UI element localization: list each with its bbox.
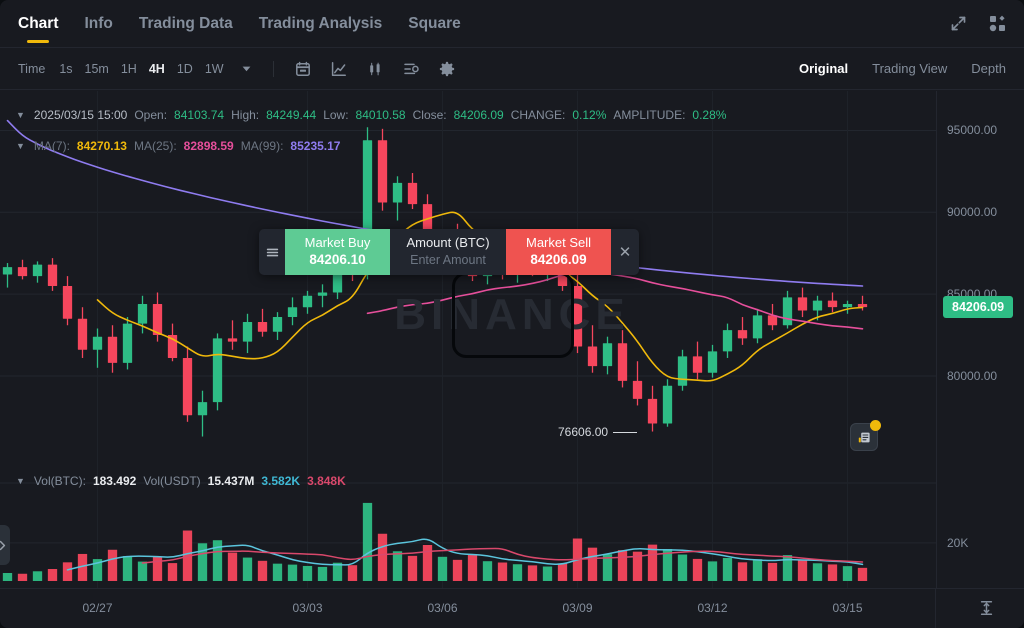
ohlc-open-label: Open:: [134, 108, 168, 122]
volume-ma-pink-value: 3.848K: [307, 474, 346, 488]
ohlc-close-value: 84206.09: [453, 108, 504, 122]
chevron-down-icon[interactable]: ▼: [16, 476, 25, 486]
view-trading-view[interactable]: Trading View: [872, 61, 947, 76]
amount-label: Amount (BTC): [406, 235, 490, 251]
chevron-right-icon[interactable]: [0, 525, 10, 565]
low-price-annotation: 76606.00: [558, 425, 638, 439]
time-tick-5: 03/15: [832, 601, 863, 615]
close-icon[interactable]: ✕: [611, 229, 639, 275]
inline-order-panel[interactable]: Market Buy 84206.10 Amount (BTC) Enter A…: [259, 229, 639, 275]
interval-1H[interactable]: 1H: [121, 62, 137, 76]
moving-average-legend: ▼ MA(7): 84270.13 MA(25): 82898.59 MA(99…: [16, 139, 340, 153]
ohlc-datetime: 2025/03/15 15:00: [33, 108, 128, 122]
time-axis[interactable]: 02/27 03/03 03/06 03/09 03/12 03/15: [0, 588, 1024, 628]
time-tick-3: 03/09: [562, 601, 593, 615]
trading-chart-app: Chart Info Trading Data Trading Analysis Squ…: [0, 0, 1024, 628]
nav-tab-chart[interactable]: Chart: [18, 0, 58, 47]
nav-tab-trading-analysis[interactable]: Trading Analysis: [259, 0, 382, 47]
view-depth[interactable]: Depth: [971, 61, 1006, 76]
volume-btc-value: 183.492: [92, 474, 137, 488]
amount-input-group[interactable]: Amount (BTC) Enter Amount: [390, 229, 506, 275]
nav-tab-info[interactable]: Info: [84, 0, 112, 47]
axis-reset-icon[interactable]: [979, 600, 994, 621]
expand-arrows-icon[interactable]: [950, 15, 967, 32]
chart-toolbar: Time 1s 15m 1H 4H 1D 1W Original Trading…: [0, 48, 1024, 90]
ohlc-legend: ▼ 2025/03/15 15:00 Open: 84103.74 High: …: [16, 108, 726, 122]
chevron-down-icon[interactable]: [241, 63, 252, 74]
ohlc-change-value: 0.12%: [572, 108, 607, 122]
market-buy-price: 84206.10: [309, 251, 366, 267]
ma25-label: MA(25):: [133, 139, 177, 153]
top-navigation: Chart Info Trading Data Trading Analysis Squ…: [0, 0, 1024, 48]
ma25-value: 82898.59: [183, 139, 234, 153]
nav-tab-square[interactable]: Square: [408, 0, 461, 47]
annotation-leader-line: [613, 431, 638, 433]
calendar-icon[interactable]: [295, 61, 311, 77]
interval-4H[interactable]: 4H: [149, 62, 165, 76]
ohlc-change-label: CHANGE:: [510, 108, 566, 122]
volume-usdt-label: Vol(USDT): [143, 474, 201, 488]
time-tick-2: 03/06: [427, 601, 458, 615]
notification-badge: [870, 420, 881, 431]
view-original[interactable]: Original: [799, 61, 848, 76]
news-widget-icon[interactable]: [850, 420, 881, 451]
ohlc-open-value: 84103.74: [174, 108, 225, 122]
ma7-label: MA(7):: [33, 139, 70, 153]
chart-view-switcher: Original Trading View Depth: [799, 61, 1006, 76]
interval-1D[interactable]: 1D: [177, 62, 193, 76]
market-sell-label: Market Sell: [525, 235, 592, 251]
ohlc-low-value: 84010.58: [355, 108, 406, 122]
interval-1W[interactable]: 1W: [205, 62, 224, 76]
ohlc-low-label: Low:: [323, 108, 349, 122]
volume-btc-label: Vol(BTC):: [33, 474, 86, 488]
candlestick-icon[interactable]: [367, 61, 383, 77]
ma99-label: MA(99):: [240, 139, 284, 153]
market-buy-label: Market Buy: [304, 235, 371, 251]
market-sell-button[interactable]: Market Sell 84206.09: [506, 229, 611, 275]
nav-right-actions: [950, 15, 1006, 32]
line-chart-icon[interactable]: [331, 61, 347, 77]
market-sell-price: 84206.09: [530, 251, 587, 267]
price-tick-1: 90000.00: [947, 205, 998, 220]
time-tick-1: 03/03: [292, 601, 323, 615]
settings-gear-icon[interactable]: [439, 61, 455, 77]
ohlc-high-value: 84249.44: [266, 108, 317, 122]
nav-tab-list: Chart Info Trading Data Trading Analysis Squ…: [18, 0, 461, 47]
layout-grid-icon[interactable]: [989, 15, 1006, 32]
toolbar-time-label[interactable]: Time: [18, 62, 45, 76]
price-tick-3: 80000.00: [947, 368, 998, 383]
price-axis[interactable]: 95000.00 90000.00 85000.00 80000.00 20K 84206…: [936, 91, 1024, 588]
candlestick-chart-canvas[interactable]: [0, 91, 936, 588]
last-price-badge: 84206.09: [943, 296, 1014, 319]
time-tick-0: 02/27: [82, 601, 113, 615]
time-tick-4: 03/12: [697, 601, 728, 615]
interval-1s[interactable]: 1s: [59, 62, 72, 76]
ohlc-amplitude-label: AMPLITUDE:: [613, 108, 686, 122]
interval-15m[interactable]: 15m: [85, 62, 109, 76]
ma7-value: 84270.13: [76, 139, 127, 153]
ohlc-close-label: Close:: [412, 108, 447, 122]
amount-input[interactable]: Enter Amount: [410, 252, 486, 268]
volume-legend: ▼ Vol(BTC): 183.492 Vol(USDT) 15.437M 3.…: [16, 474, 346, 488]
axis-divider: [935, 589, 936, 628]
chevron-down-icon[interactable]: ▼: [16, 141, 25, 151]
volume-ma-cyan-value: 3.582K: [261, 474, 301, 488]
volume-usdt-value: 15.437M: [207, 474, 255, 488]
chart-svg: [0, 91, 936, 588]
drag-handle-icon[interactable]: [259, 229, 285, 275]
ohlc-high-label: High:: [231, 108, 260, 122]
ma99-value: 85235.17: [290, 139, 341, 153]
ohlc-amplitude-value: 0.28%: [692, 108, 727, 122]
indicators-icon[interactable]: [403, 61, 419, 77]
price-tick-0: 95000.00: [947, 123, 998, 138]
market-buy-button[interactable]: Market Buy 84206.10: [285, 229, 390, 275]
low-price-label: 76606.00: [558, 425, 609, 439]
volume-tick-20k: 20K: [947, 535, 969, 550]
nav-tab-trading-data[interactable]: Trading Data: [139, 0, 233, 47]
toolbar-left-group: Time 1s 15m 1H 4H 1D 1W: [18, 60, 458, 77]
interval-list: 1s 15m 1H 4H 1D 1W: [59, 62, 223, 76]
chevron-down-icon[interactable]: ▼: [16, 110, 25, 120]
toolbar-divider: [272, 60, 274, 77]
